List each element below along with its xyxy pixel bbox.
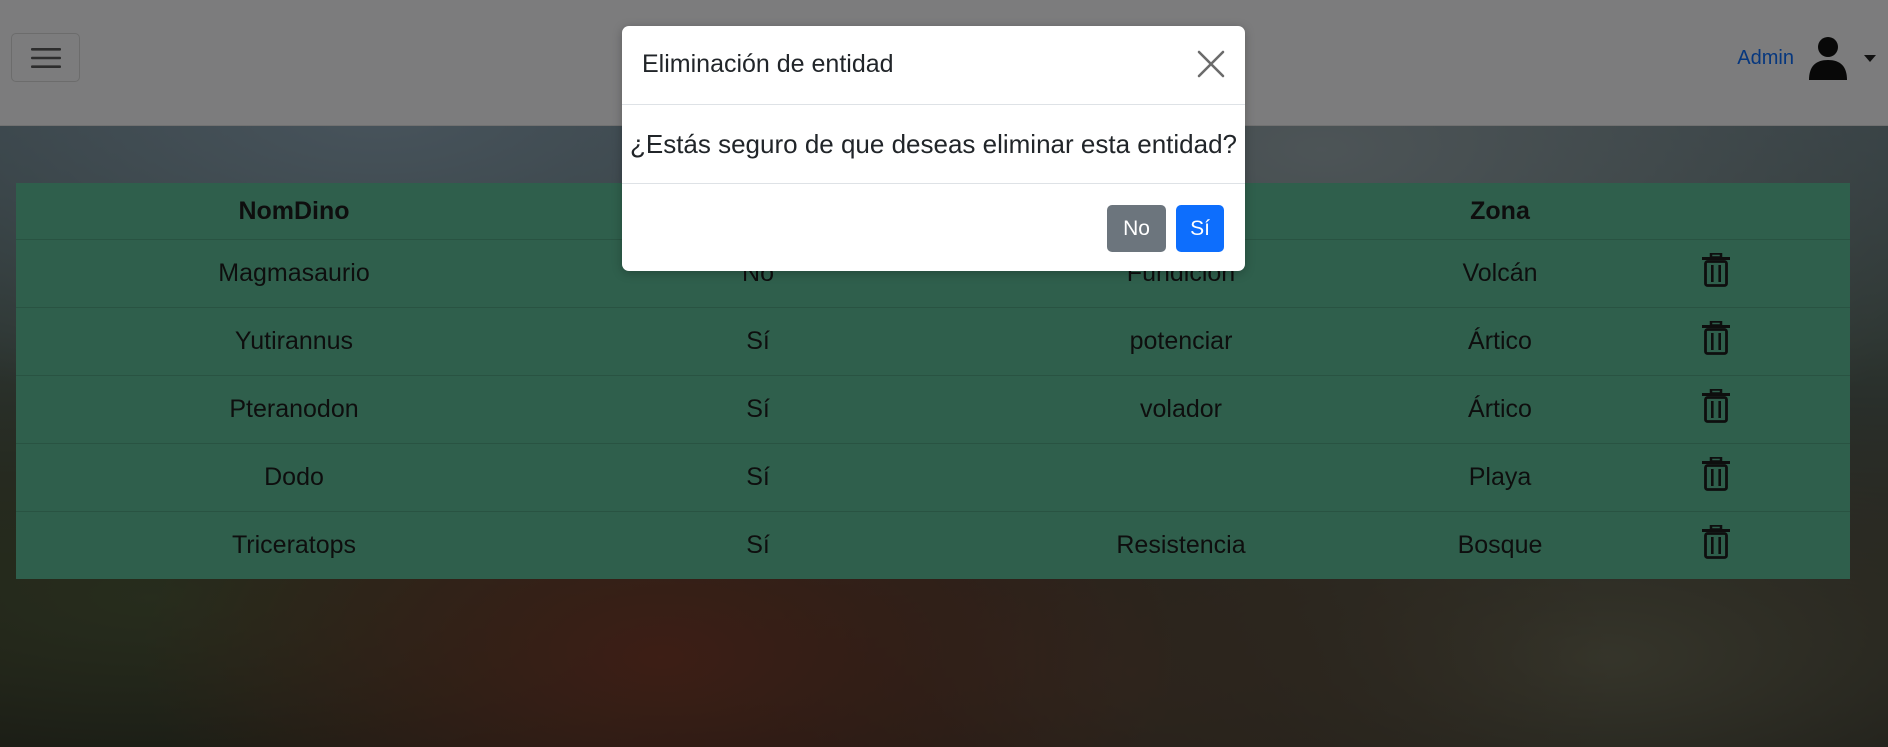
no-button[interactable]: No <box>1107 205 1166 252</box>
modal-title: Eliminación de entidad <box>642 50 894 78</box>
modal-body: ¿Estás seguro de que deseas eliminar est… <box>622 105 1245 184</box>
modal-header: Eliminación de entidad <box>622 26 1245 105</box>
yes-button[interactable]: Sí <box>1176 205 1224 252</box>
delete-confirm-modal: Eliminación de entidad ¿Estás seguro de … <box>622 26 1245 271</box>
modal-footer: No Sí <box>622 184 1245 271</box>
modal-message: ¿Estás seguro de que deseas eliminar est… <box>629 128 1238 159</box>
close-icon <box>1197 50 1225 78</box>
page: Admin NomDino Zona Magmasaurio <box>0 0 1888 747</box>
modal-close-button[interactable] <box>1195 48 1227 80</box>
